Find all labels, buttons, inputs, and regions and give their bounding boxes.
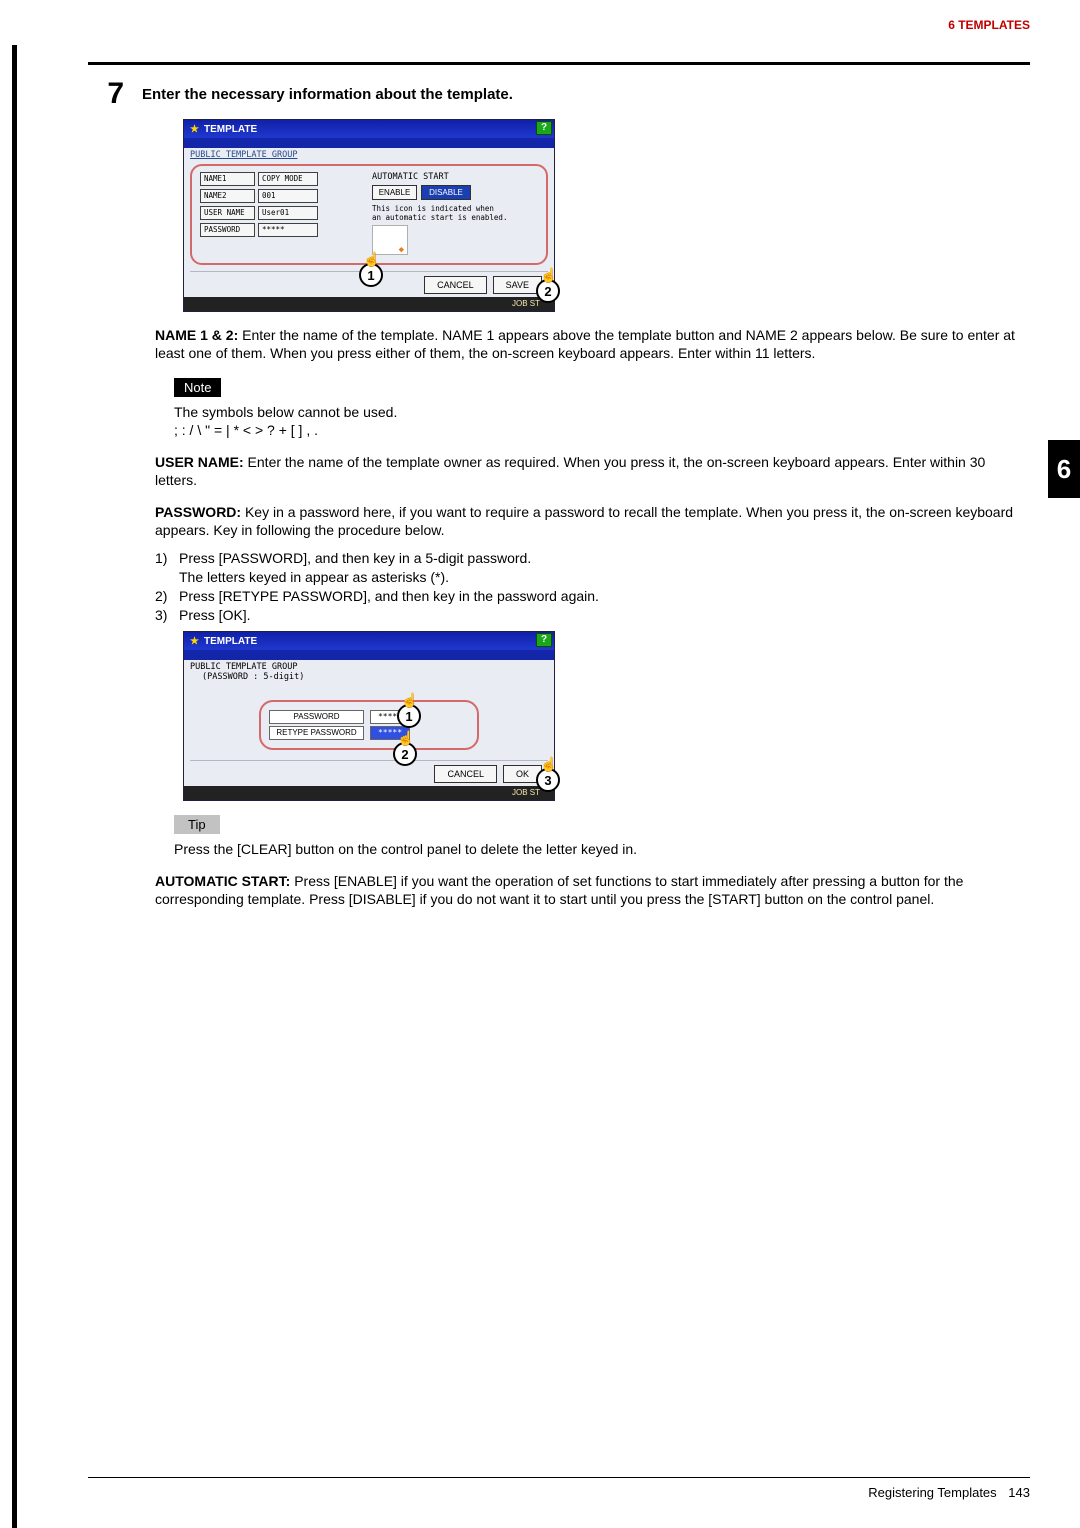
template-screenshot-1: ★ TEMPLATE ? PUBLIC TEMPLATE GROUP NAME1… [183,119,1030,312]
note-line-1: The symbols below cannot be used. [174,403,1030,421]
password-body: Key in a password here, if you want to r… [155,504,1013,538]
password-field-button[interactable]: PASSWORD [269,710,364,724]
template-form-region: NAME1 COPY MODE NAME2 001 USER NAME User… [190,164,548,265]
template-statusbar: JOB ST [184,297,554,311]
password-label: PASSWORD: [155,504,241,520]
template-form-left: NAME1 COPY MODE NAME2 001 USER NAME User… [200,172,372,255]
automatic-start-note: This icon is indicated when an automatic… [372,204,538,222]
star-icon: ★ [190,124,204,135]
save-button[interactable]: SAVE [493,276,542,294]
automatic-start-label: AUTOMATIC START: [155,873,290,889]
template-window-password: ★ TEMPLATE ? PUBLIC TEMPLATE GROUP (PASS… [183,631,555,801]
template-subbar-2 [184,650,554,660]
callout-1-icon: 1 [397,704,421,728]
username-description: USER NAME: Enter the name of the templat… [155,453,1030,489]
template-subgroup-label: (PASSWORD : 5-digit) [190,672,548,682]
document-page: 6 TEMPLATES 6 7 Enter the necessary info… [0,0,1080,1528]
password-description: PASSWORD: Key in a password here, if you… [155,503,1030,539]
step-3: Press [OK]. [179,606,251,625]
retype-password-button[interactable]: RETYPE PASSWORD [269,726,364,740]
note-badge: Note [174,378,221,397]
step-heading: 7 Enter the necessary information about … [88,77,1030,111]
template-window-title-2: TEMPLATE [204,636,257,647]
template-titlebar-2: ★ TEMPLATE ? [184,632,554,650]
disable-button[interactable]: DISABLE [421,185,471,200]
callout-2-icon: 2 [393,742,417,766]
name2-button[interactable]: NAME2 [200,189,255,203]
top-horizontal-rule [88,62,1030,65]
enable-button[interactable]: ENABLE [372,185,417,200]
callout-3-icon: 3 [536,768,560,792]
cancel-button[interactable]: CANCEL [424,276,487,294]
username-body: Enter the name of the template owner as … [155,454,985,488]
note-body: The symbols below cannot be used. ; : / … [174,403,1030,439]
template-group-label: PUBLIC TEMPLATE GROUP [190,150,548,160]
template-group-label-2: PUBLIC TEMPLATE GROUP [190,662,548,672]
template-screenshot-2: ★ TEMPLATE ? PUBLIC TEMPLATE GROUP (PASS… [183,631,1030,801]
step-title: Enter the necessary information about th… [142,86,513,103]
name-label: NAME 1 & 2: [155,327,238,343]
step-1a: Press [PASSWORD], and then key in a 5-di… [179,550,531,566]
template-titlebar: ★ TEMPLATE ? [184,120,554,138]
footer-section-title: Registering Templates [868,1485,996,1500]
username-value[interactable]: User01 [258,206,318,220]
template-divider-2 [190,760,548,761]
list-number-3: 3) [155,606,179,625]
callout-2-icon: 2 [536,279,560,303]
name-description: NAME 1 & 2: Enter the name of the templa… [155,326,1030,362]
password-entry-region: PASSWORD ***** RETYPE PASSWORD ***** 1 2 [259,700,479,750]
list-number-1: 1) [155,549,179,587]
automatic-start-label: AUTOMATIC START [372,172,538,182]
tip-badge: Tip [174,815,220,834]
step-2: Press [RETYPE PASSWORD], and then key in… [179,587,599,606]
main-content: 7 Enter the necessary information about … [88,77,1030,908]
step-number: 7 [88,77,124,111]
password-value[interactable]: ***** [258,223,318,237]
automatic-start-description: AUTOMATIC START: Press [ENABLE] if you w… [155,872,1030,908]
template-window-title: TEMPLATE [204,124,257,135]
template-form-right: AUTOMATIC START ENABLE DISABLE This icon… [372,172,538,255]
note-line-2: ; : / \ " = | * < > ? + [ ] , . [174,421,1030,439]
name1-value[interactable]: COPY MODE [258,172,318,186]
username-button[interactable]: USER NAME [200,206,255,220]
name1-button[interactable]: NAME1 [200,172,255,186]
list-number-2: 2) [155,587,179,606]
name-body: Enter the name of the template. NAME 1 a… [155,327,1015,361]
template-body-2: PUBLIC TEMPLATE GROUP (PASSWORD : 5-digi… [184,660,554,786]
name2-value[interactable]: 001 [258,189,318,203]
left-margin-bar [12,45,17,1528]
template-subbar [184,138,554,148]
help-icon[interactable]: ? [536,633,552,647]
template-action-buttons-2: CANCEL OK [190,765,548,786]
tip-body: Press the [CLEAR] button on the control … [174,840,1030,858]
callout-1-icon: 1 [359,263,383,287]
step-1b: The letters keyed in appear as asterisks… [179,569,449,585]
template-statusbar-2: JOB ST [184,786,554,800]
page-footer: Registering Templates 143 [868,1485,1030,1500]
help-icon[interactable]: ? [536,121,552,135]
chapter-tab: 6 [1048,440,1080,498]
password-button[interactable]: PASSWORD [200,223,255,237]
footer-page-number: 143 [1008,1485,1030,1500]
password-steps: 1)Press [PASSWORD], and then key in a 5-… [155,549,1030,625]
username-label: USER NAME: [155,454,244,470]
template-window: ★ TEMPLATE ? PUBLIC TEMPLATE GROUP NAME1… [183,119,555,312]
star-icon: ★ [190,636,204,647]
cancel-button[interactable]: CANCEL [434,765,497,783]
chapter-header: 6 TEMPLATES [0,0,1080,62]
bottom-horizontal-rule [88,1477,1030,1478]
